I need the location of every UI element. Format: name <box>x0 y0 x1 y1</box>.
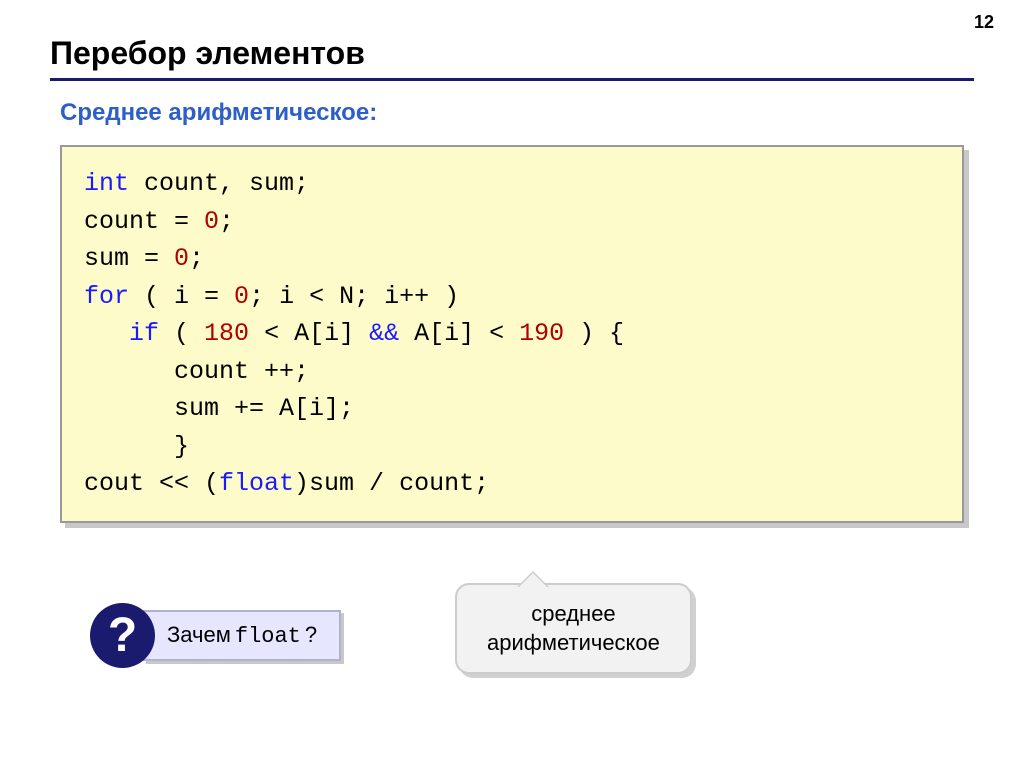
code-keyword: if <box>129 319 159 348</box>
code-text: ; i < N; i++ ) <box>249 282 459 311</box>
code-text: count ++; <box>84 357 309 386</box>
code-text: sum += A[i]; <box>84 394 354 423</box>
code-number: 0 <box>234 282 249 311</box>
code-text: count, sum; <box>129 169 309 198</box>
code-keyword: && <box>369 319 399 348</box>
code-text: ) { <box>564 319 624 348</box>
code-text: A[i] < <box>399 319 519 348</box>
code-text: < A[i] <box>249 319 369 348</box>
code-number: 0 <box>174 244 189 273</box>
speech-bubble: среднее арифметическое <box>455 583 692 674</box>
question-suffix: ? <box>305 622 317 648</box>
code-number: 0 <box>204 207 219 236</box>
code-text: count = <box>84 207 204 236</box>
page-number: 12 <box>974 12 994 33</box>
callout-area: ? Зачем float ? среднее арифметическое <box>50 558 974 698</box>
code-text: ; <box>189 244 204 273</box>
code-text <box>84 319 129 348</box>
code-keyword: float <box>219 469 294 498</box>
code-keyword: int <box>84 169 129 198</box>
code-text: )sum / count; <box>294 469 489 498</box>
code-text: ; <box>219 207 234 236</box>
question-label: Зачем float ? <box>143 610 341 661</box>
question-code: float <box>235 624 301 649</box>
code-text: cout << ( <box>84 469 219 498</box>
code-text: ( <box>159 319 204 348</box>
code-text: ( i = <box>129 282 234 311</box>
code-text: sum = <box>84 244 174 273</box>
code-keyword: for <box>84 282 129 311</box>
bubble-line2: арифметическое <box>487 630 660 655</box>
code-number: 180 <box>204 319 249 348</box>
question-callout: ? Зачем float ? <box>90 603 341 668</box>
code-block: int count, sum; count = 0; sum = 0; for … <box>60 145 964 523</box>
code-text: } <box>84 432 189 461</box>
question-prefix: Зачем <box>167 622 231 648</box>
page-title: Перебор элементов <box>50 35 974 81</box>
bubble-line1: среднее <box>531 601 615 626</box>
question-mark-icon: ? <box>90 603 155 668</box>
section-subtitle: Среднее арифметическое: <box>60 99 974 127</box>
code-number: 190 <box>519 319 564 348</box>
